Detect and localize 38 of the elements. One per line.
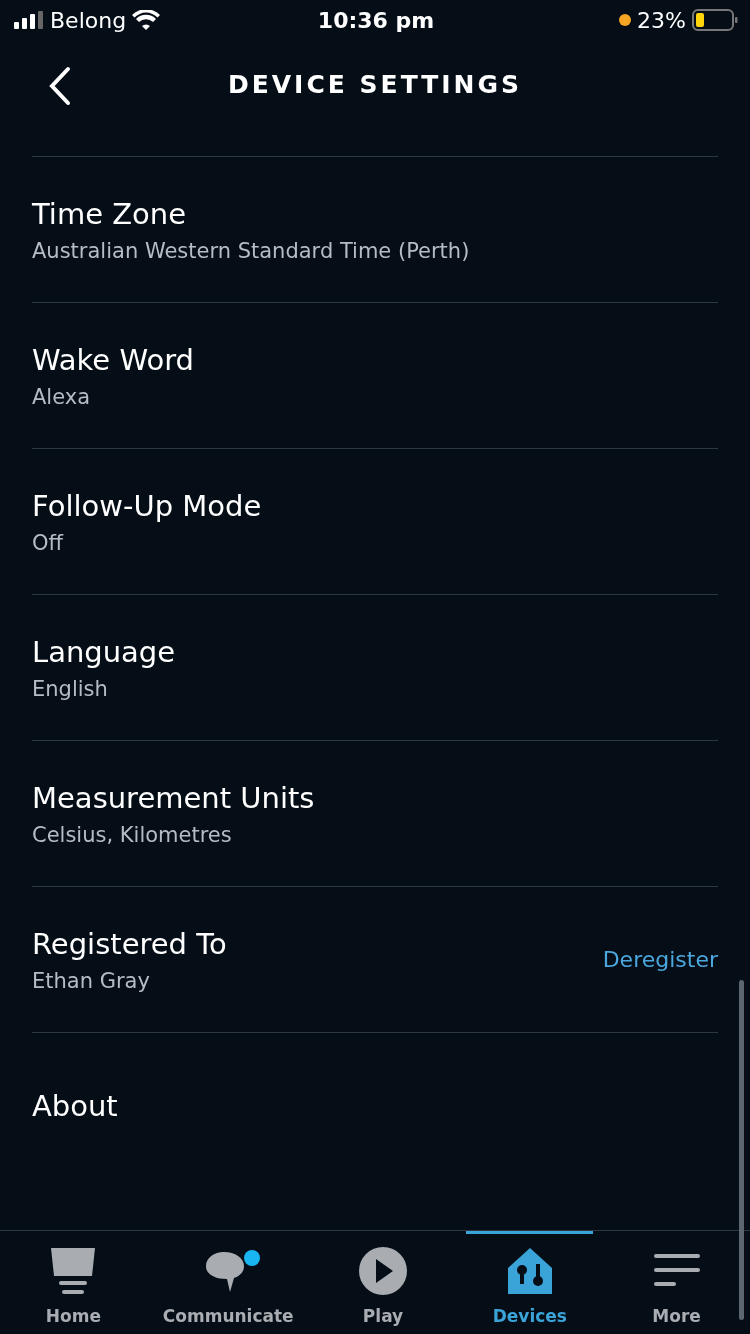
settings-row[interactable]: Measurement Units Celsius, Kilometres: [32, 740, 718, 886]
settings-row[interactable]: Registered To Ethan Gray Deregister: [32, 886, 718, 1032]
menu-icon: [653, 1254, 700, 1288]
setting-value: Celsius, Kilometres: [32, 821, 233, 849]
tab[interactable]: Communicate: [156, 1231, 300, 1334]
tab[interactable]: Devices: [466, 1231, 594, 1334]
setting-value: Off: [32, 529, 65, 557]
battery-icon: [692, 9, 738, 31]
setting-title: Follow-Up Mode: [32, 487, 263, 525]
tab[interactable]: Play: [319, 1231, 447, 1334]
settings-row[interactable]: About: [32, 1032, 718, 1178]
settings-row[interactable]: Wake Word Alexa: [32, 302, 718, 448]
setting-value: Ethan Gray: [32, 967, 151, 995]
setting-title: About: [32, 1087, 119, 1125]
setting-title: Wake Word: [32, 341, 195, 379]
battery-percent: 23%: [637, 7, 686, 33]
privacy-dot-icon: [619, 14, 632, 26]
home-icon: [49, 1247, 98, 1295]
setting-title: Language: [32, 633, 177, 671]
settings-row[interactable]: Language English: [32, 594, 718, 740]
setting-title: Time Zone: [32, 195, 188, 233]
setting-value: English: [32, 675, 109, 703]
setting-value: Alexa: [32, 383, 92, 411]
deregister-link[interactable]: Deregister: [602, 947, 718, 972]
signal-icon: [14, 11, 44, 29]
clock-time: 10:36 pm: [317, 7, 435, 33]
setting-title: Registered To: [32, 925, 228, 963]
carrier-name: Belong: [50, 7, 127, 33]
wifi-icon: [132, 10, 161, 30]
setting-title: Measurement Units: [32, 779, 316, 817]
page-title: DEVICE SETTINGS: [227, 69, 523, 99]
settings-row[interactable]: Time Zone Australian Western Standard Time (Perth): [32, 156, 718, 302]
play-icon: [359, 1247, 407, 1295]
settings-row[interactable]: Follow-Up Mode Off: [32, 448, 718, 594]
tab[interactable]: Home: [10, 1231, 137, 1334]
devices-icon: [507, 1248, 552, 1294]
tab[interactable]: More: [613, 1231, 740, 1334]
setting-value: Australian Western Standard Time (Perth): [32, 237, 471, 265]
